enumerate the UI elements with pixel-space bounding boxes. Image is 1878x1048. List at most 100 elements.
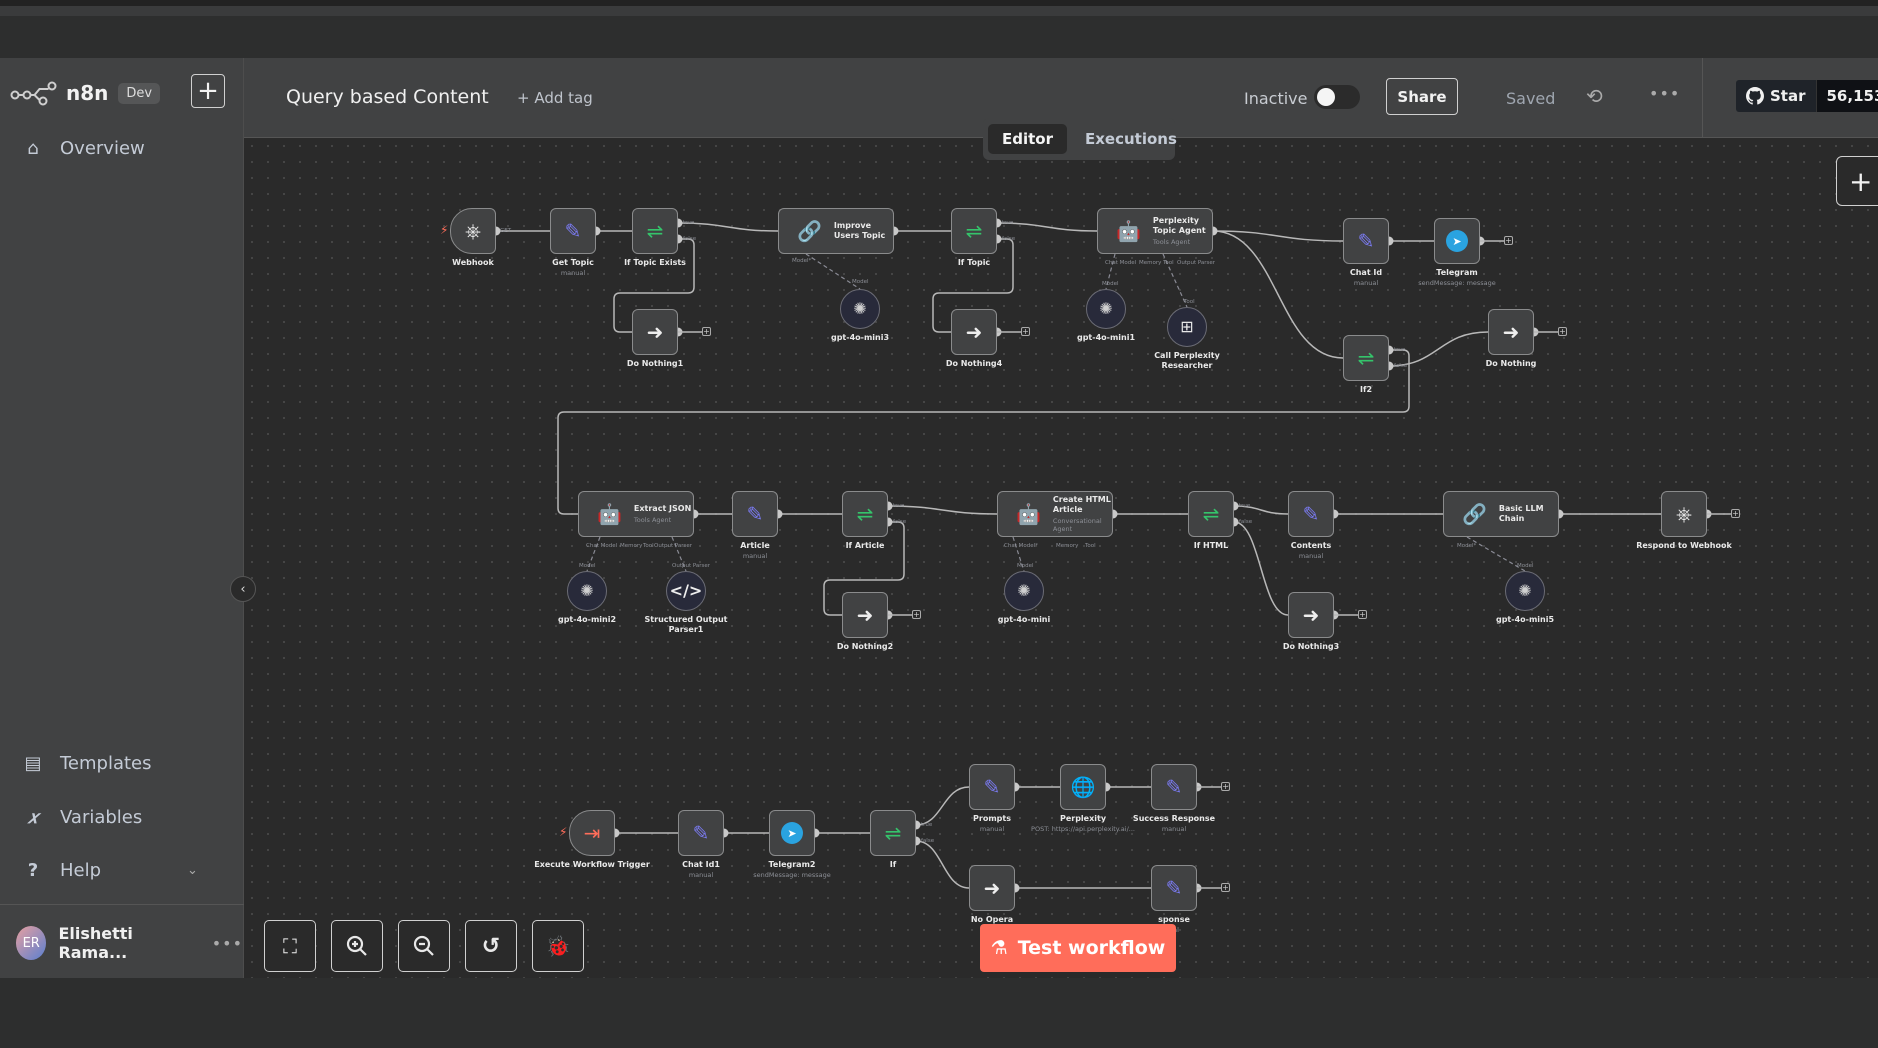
workflow-node-if[interactable]: ⇌	[870, 810, 916, 856]
workflow-node-basic-llm-chain[interactable]: 🔗 Basic LLM Chain	[1443, 491, 1559, 537]
fit-view-button[interactable]: ⛶	[264, 920, 316, 972]
github-star-button[interactable]: Star 56,153	[1736, 80, 1878, 112]
add-connection-button[interactable]: +	[1021, 327, 1030, 336]
zoom-out-button[interactable]	[398, 920, 450, 972]
workflow-node-telegram2[interactable]: ➤	[769, 810, 815, 856]
workflow-node-extract-json[interactable]: 🤖 Extract JSON Tools Agent	[578, 491, 694, 537]
workflow-node-gpt-4o-mini[interactable]: ✺	[1004, 571, 1044, 611]
active-toggle[interactable]	[1314, 85, 1360, 109]
add-connection-button[interactable]: +	[1731, 509, 1740, 518]
sidebar-item-overview[interactable]: ⌂ Overview	[22, 138, 145, 159]
workflow-node-gpt-4o-mini1[interactable]: ✺	[1086, 289, 1126, 329]
more-icon[interactable]: •••	[212, 934, 243, 953]
workflow-node-perplexity-topic-agent[interactable]: 🤖 Perplexity Topic Agent Tools Agent	[1097, 208, 1213, 254]
workflow-node-success-response[interactable]: ✎	[1151, 764, 1197, 810]
connection-true[interactable]	[557, 349, 1410, 515]
workflow-node-do-nothing1[interactable]: ➜	[632, 309, 678, 355]
workflow-node-do-nothing4[interactable]: ➜	[951, 309, 997, 355]
sidebar-item-label: Overview	[60, 138, 145, 159]
tab-executions[interactable]: Executions	[1071, 124, 1191, 154]
port-label: Model	[1102, 281, 1119, 287]
add-connection-button[interactable]: +	[1358, 610, 1367, 619]
workflow-node-if2[interactable]: ⇌	[1343, 335, 1389, 381]
workflow-node-gpt-4o-mini5[interactable]: ✺	[1505, 571, 1545, 611]
add-connection-button[interactable]: +	[1504, 236, 1513, 245]
sidebar-item-variables[interactable]: 𝑥 Variables	[22, 807, 142, 828]
workflow-node-prompts[interactable]: ✎	[969, 764, 1015, 810]
workflow-node-respond-to-webhook[interactable]: ⎈	[1661, 491, 1707, 537]
port-label: true	[1394, 347, 1406, 353]
workflow-node-execute-workflow-trigger[interactable]: ⇥	[569, 810, 615, 856]
collapse-sidebar-button[interactable]: ‹	[230, 576, 256, 602]
sidebar-item-templates[interactable]: ▤ Templates	[22, 753, 151, 774]
node-label: gpt-4o-mini5	[1495, 615, 1555, 624]
workflow-node-get-topic[interactable]: ✎	[550, 208, 596, 254]
port-label: Tool	[1163, 260, 1174, 266]
workflow-node-error-response[interactable]: ✎	[1151, 865, 1197, 911]
workflow-node-if-topic-exists[interactable]: ⇌	[632, 208, 678, 254]
node-title-box: Create HTML Article Conversational Agent	[1053, 495, 1112, 533]
add-node-button[interactable]: +	[1836, 156, 1878, 206]
flask-icon: ⚗	[990, 937, 1008, 959]
debug-button[interactable]: 🐞	[532, 920, 584, 972]
new-workflow-button[interactable]: +	[191, 74, 225, 108]
user-menu[interactable]: ER Elishetti Rama... •••	[16, 924, 243, 962]
node-label: Improve Users Topic	[833, 221, 886, 240]
divider	[0, 904, 244, 905]
workflow-node-improve-users-topic[interactable]: 🔗 Improve Users Topic	[778, 208, 894, 254]
share-button[interactable]: Share	[1386, 78, 1458, 115]
workflow-node-if-html[interactable]: ⇌	[1188, 491, 1234, 537]
node-label: Respond to Webhook	[1636, 541, 1732, 550]
n8n-logo-icon	[10, 81, 57, 106]
node-label: Do Nothing2	[836, 642, 894, 651]
github-star[interactable]: Star	[1736, 80, 1816, 112]
workflow-node-telegram[interactable]: ➤	[1434, 218, 1480, 264]
node-label: Chat Id1	[682, 860, 720, 869]
connection-true[interactable]	[915, 786, 970, 826]
workflow-node-no-operation[interactable]: ➜	[969, 865, 1015, 911]
test-workflow-button[interactable]: ⚗ Test workflow	[980, 924, 1176, 972]
workflow-title[interactable]: Query based Content	[286, 86, 489, 108]
workflow-node-do-nothing[interactable]: ➜	[1488, 309, 1534, 355]
workflow-node-structured-output-parser1[interactable]: </>	[666, 571, 706, 611]
workflow-node-do-nothing3[interactable]: ➜	[1288, 592, 1334, 638]
workflow-node-create-html-article[interactable]: 🤖 Create HTML Article Conversational Agent	[997, 491, 1113, 537]
add-connection-button[interactable]: +	[1221, 883, 1230, 892]
workflow-node-call-perplexity-researcher[interactable]: ⊞	[1167, 307, 1207, 347]
workflow-node-if-article[interactable]: ⇌	[842, 491, 888, 537]
node-label: Telegram2	[768, 860, 816, 869]
workflow-node-article[interactable]: ✎	[732, 491, 778, 537]
connection-false[interactable]	[1233, 521, 1289, 616]
workflow-node-perplexity[interactable]: 🌐	[1060, 764, 1106, 810]
connection-false[interactable]	[915, 840, 970, 889]
workflow-node-contents[interactable]: ✎	[1288, 491, 1334, 537]
port-label: false	[1394, 363, 1408, 369]
history-icon[interactable]: ⟲	[1586, 84, 1603, 108]
workflow-canvas[interactable]: + ⎈ ✎ ⇌ 🔗 Improve Users Topic ⇌ 🤖 Perplexity To…	[244, 138, 1878, 978]
logo[interactable]: n8n Dev	[10, 80, 161, 106]
add-connection-button[interactable]: +	[912, 610, 921, 619]
workflow-node-chat-id[interactable]: ✎	[1343, 218, 1389, 264]
add-connection-button[interactable]: +	[1558, 327, 1567, 336]
workflow-node-if-topic[interactable]: ⇌	[951, 208, 997, 254]
github-star-count[interactable]: 56,153	[1815, 80, 1878, 112]
add-connection-button[interactable]: +	[702, 327, 711, 336]
workflow-node-gpt-4o-mini2[interactable]: ✺	[567, 571, 607, 611]
add-tag-button[interactable]: + Add tag	[517, 89, 593, 107]
more-options-icon[interactable]: •••	[1649, 84, 1680, 103]
port-label: Model	[852, 279, 869, 285]
reset-zoom-button[interactable]: ↺	[465, 920, 517, 972]
workflow-node-do-nothing2[interactable]: ➜	[842, 592, 888, 638]
tab-editor[interactable]: Editor	[988, 124, 1067, 154]
workflow-node-gpt-4o-mini3[interactable]: ✺	[840, 289, 880, 329]
zoom-in-button[interactable]	[331, 920, 383, 972]
workflow-node-webhook[interactable]: ⎈	[450, 208, 496, 254]
sidebar-item-help[interactable]: ? Help ⌄	[22, 860, 222, 881]
port-label: Tool	[1085, 543, 1096, 549]
connection-true[interactable]	[887, 505, 998, 515]
connection[interactable]	[1212, 230, 1344, 359]
port-label: Model	[579, 563, 596, 569]
node-label: Perplexity Topic Agent	[1152, 216, 1206, 235]
add-connection-button[interactable]: +	[1221, 782, 1230, 791]
workflow-node-chat-id1[interactable]: ✎	[678, 810, 724, 856]
